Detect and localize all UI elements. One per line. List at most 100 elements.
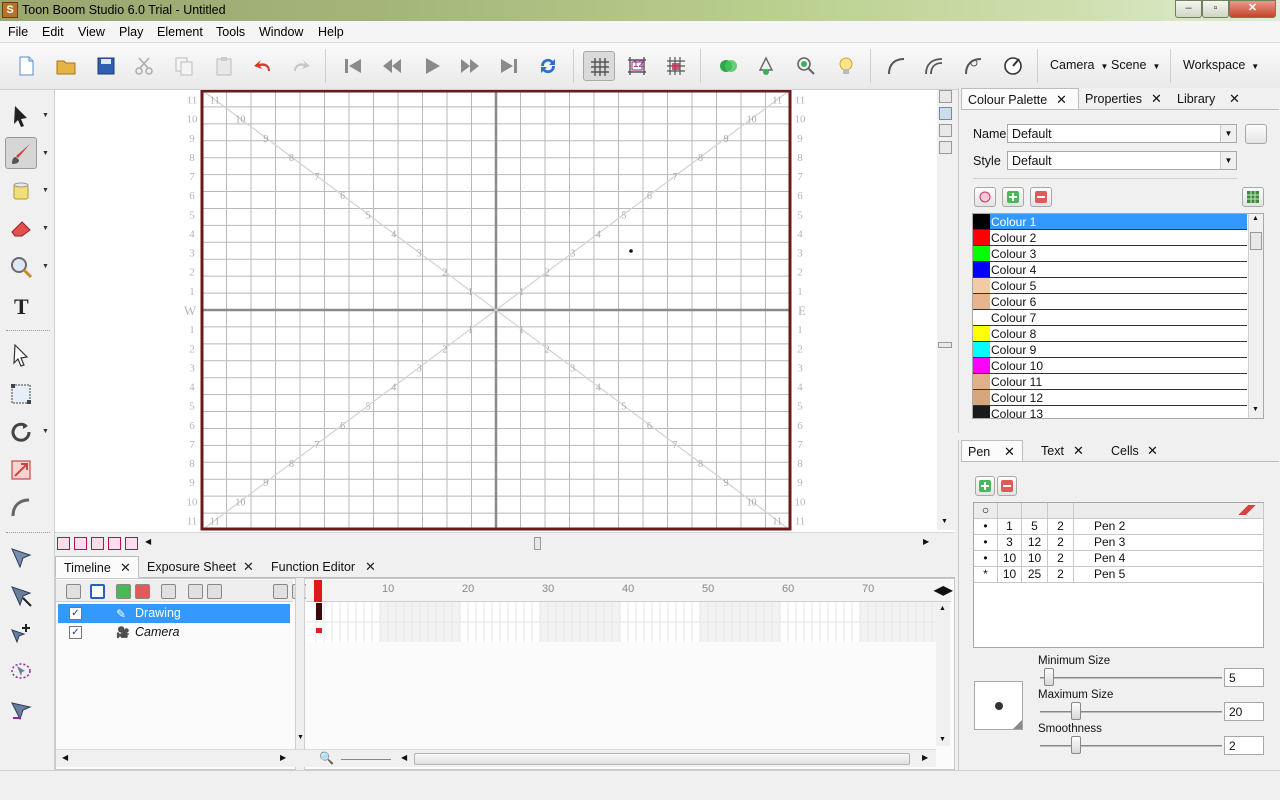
bottom-tool-2-icon[interactable]: [74, 537, 87, 550]
close-icon[interactable]: ✕: [1004, 444, 1015, 460]
light-bulb-icon[interactable]: [830, 51, 862, 81]
contour-editor-icon[interactable]: [5, 339, 37, 371]
tab-text[interactable]: Text ✕: [1035, 440, 1099, 462]
add-layer-icon[interactable]: [116, 584, 131, 599]
contour-tool-icon[interactable]: [957, 51, 989, 81]
paste-icon[interactable]: [208, 51, 240, 81]
workspace-dropdown[interactable]: Workspace ▼: [1183, 58, 1259, 72]
maximize-button[interactable]: ▫: [1202, 0, 1229, 18]
close-icon[interactable]: ✕: [1147, 443, 1158, 459]
scroll-right-icon[interactable]: ▶: [922, 753, 928, 762]
compass-tool-icon[interactable]: [997, 51, 1029, 81]
close-icon[interactable]: ✕: [1073, 443, 1084, 459]
zoom-tool-icon[interactable]: [5, 251, 37, 283]
minimum-size-slider[interactable]: [1044, 668, 1055, 686]
bottom-tool-4-icon[interactable]: [108, 537, 121, 550]
view-camera-icon[interactable]: [939, 107, 952, 120]
minimize-button[interactable]: –: [1175, 0, 1202, 18]
colour-row[interactable]: Colour 4: [973, 262, 1247, 278]
tab-pen[interactable]: Pen ✕: [961, 440, 1023, 462]
motion-path-icon[interactable]: [5, 542, 37, 574]
layer-visibility-checkbox[interactable]: ✓: [69, 626, 82, 639]
motion-select-icon[interactable]: [5, 580, 37, 612]
tab-timeline[interactable]: Timeline ✕: [55, 556, 139, 578]
menu-file[interactable]: File: [8, 25, 28, 39]
camera-view[interactable]: 1111111122222222333333334444444455555555…: [55, 90, 955, 532]
layer-type-1-icon[interactable]: [188, 584, 203, 599]
double-curve-icon[interactable]: [918, 51, 950, 81]
tab-colour-palette[interactable]: Colour Palette ✕: [961, 88, 1079, 110]
menu-tools[interactable]: Tools: [216, 25, 245, 39]
scale-tool-icon[interactable]: [5, 454, 37, 486]
onion-skin-icon[interactable]: [712, 51, 744, 81]
menu-view[interactable]: View: [78, 25, 105, 39]
frame-ruler[interactable]: 10 20 30 40 50 60 70 ◀▶: [306, 580, 952, 602]
zoom-slider[interactable]: [341, 759, 391, 760]
eraser-tool-icon[interactable]: [5, 213, 37, 245]
zoom-frames-icon[interactable]: ◀▶: [934, 583, 952, 597]
vertical-scroll-thumb[interactable]: [938, 342, 952, 348]
view-side-icon[interactable]: [939, 141, 952, 154]
view-reset-icon[interactable]: [939, 90, 952, 103]
palette-name-select[interactable]: Default ▼: [1007, 124, 1237, 143]
layer-vscroll[interactable]: ▼: [297, 602, 305, 742]
remove-pen-icon[interactable]: [997, 476, 1017, 496]
close-icon[interactable]: ✕: [1151, 91, 1162, 107]
frames-scroll-thumb[interactable]: [414, 753, 910, 765]
tab-cells[interactable]: Cells ✕: [1105, 440, 1171, 462]
curve-tool-icon[interactable]: [880, 51, 912, 81]
open-folder-icon[interactable]: [50, 51, 82, 81]
colour-row[interactable]: Colour 2: [973, 230, 1247, 246]
colour-row[interactable]: Colour 7: [973, 310, 1247, 326]
scroll-right-icon[interactable]: ▶: [280, 753, 286, 762]
menu-window[interactable]: Window: [259, 25, 303, 39]
brush-tool-icon[interactable]: [5, 137, 37, 169]
layer-circle-icon[interactable]: [90, 584, 105, 599]
maximum-size-input[interactable]: 20: [1224, 702, 1264, 721]
layer-row-drawing[interactable]: ✓ ✎ Drawing: [58, 604, 290, 623]
colour-row[interactable]: Colour 10: [973, 358, 1247, 374]
close-icon[interactable]: ✕: [120, 560, 131, 576]
colour-scroll-thumb[interactable]: [1250, 232, 1262, 250]
zoom-icon[interactable]: 🔍: [319, 751, 334, 765]
new-file-icon[interactable]: [10, 51, 42, 81]
colour-row[interactable]: Colour 5: [973, 278, 1247, 294]
bottom-tool-5-icon[interactable]: [125, 537, 138, 550]
tab-library[interactable]: Library ✕: [1171, 88, 1249, 110]
next-frame-icon[interactable]: [454, 51, 486, 81]
lasso-icon[interactable]: [5, 656, 37, 688]
tab-exposure-sheet[interactable]: Exposure Sheet ✕: [139, 556, 263, 578]
skew-tool-icon[interactable]: [5, 492, 37, 524]
playhead[interactable]: [314, 580, 322, 602]
last-frame-icon[interactable]: [493, 51, 525, 81]
play-icon[interactable]: [416, 51, 448, 81]
scene-dropdown[interactable]: Scene ▼: [1111, 58, 1160, 72]
colour-row[interactable]: Colour 13: [973, 406, 1247, 418]
redo-icon[interactable]: [285, 51, 317, 81]
timeline-vscroll[interactable]: ▲ ▼: [936, 602, 950, 746]
colour-list-scroll[interactable]: ▲ ▼: [1248, 214, 1263, 418]
colour-row[interactable]: Colour 6: [973, 294, 1247, 310]
add-pen-icon[interactable]: [975, 476, 995, 496]
colour-row[interactable]: Colour 9: [973, 342, 1247, 358]
camera-move-icon[interactable]: [5, 694, 37, 726]
camera-dropdown[interactable]: Camera ▼: [1050, 58, 1108, 72]
smoothness-input[interactable]: 2: [1224, 736, 1264, 755]
loop-icon[interactable]: [532, 51, 564, 81]
close-icon[interactable]: ✕: [365, 559, 376, 575]
add-point-icon[interactable]: [5, 618, 37, 650]
undo-icon[interactable]: [247, 51, 279, 81]
palette-menu-icon[interactable]: [1245, 124, 1267, 144]
scroll-left-icon[interactable]: ◀: [401, 753, 407, 762]
frame-cells[interactable]: [306, 602, 956, 642]
field-grid-icon[interactable]: 12: [621, 51, 653, 81]
colour-row[interactable]: Colour 8: [973, 326, 1247, 342]
colour-row[interactable]: Colour 12: [973, 390, 1247, 406]
scroll-left-icon[interactable]: ◀: [62, 753, 68, 762]
grid-toggle-icon[interactable]: [583, 51, 615, 81]
palette-style-select[interactable]: Default ▼: [1007, 151, 1237, 170]
layer-row-camera[interactable]: ✓ 🎥 Camera: [58, 623, 290, 642]
first-frame-icon[interactable]: [337, 51, 369, 81]
menu-help[interactable]: Help: [318, 25, 344, 39]
tab-properties[interactable]: Properties ✕: [1079, 88, 1169, 110]
